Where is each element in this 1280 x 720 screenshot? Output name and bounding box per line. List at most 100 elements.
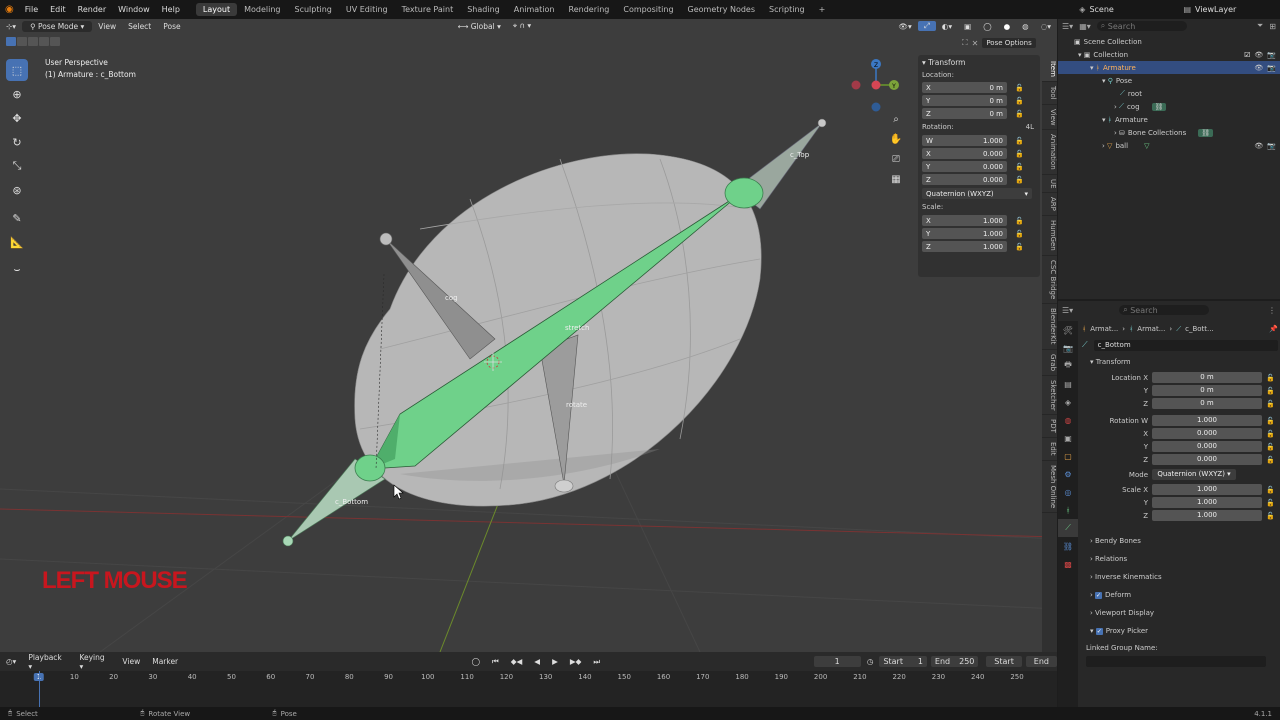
outliner-row-armature-data[interactable]: ▾ ᚼ Armature [1058,113,1280,126]
expand-icon[interactable]: › [1114,103,1117,111]
section-bendy-bones[interactable]: › Bendy Bones [1082,532,1278,550]
lock-icon[interactable]: 🔓 [1266,417,1275,425]
section-relations[interactable]: › Relations [1082,550,1278,568]
add-workspace-button[interactable]: + [812,3,833,16]
eye-icon[interactable]: 👁 [1254,142,1263,150]
lock-icon[interactable]: 🔓 [1266,400,1275,408]
ortho-toggle-icon[interactable]: ▦ [888,174,904,194]
outliner-editor-type-icon[interactable]: ☰▾ [1062,22,1073,31]
rotation-lock-4l[interactable]: 4L [1026,123,1034,131]
outliner-row-cog[interactable]: › ⟋ cog ⛓ [1058,100,1280,113]
armature-data-properties-icon[interactable]: ᚼ [1058,501,1078,519]
tab-animation[interactable]: Animation [507,3,562,16]
bone-name-field[interactable]: c_Bottom [1093,339,1278,351]
menu-edit[interactable]: Edit [44,5,72,14]
section-inverse-kinematics[interactable]: › Inverse Kinematics [1082,568,1278,586]
scene-properties-icon[interactable]: ◈ [1058,393,1078,411]
tab-compositing[interactable]: Compositing [616,3,680,16]
menu-help[interactable]: Help [156,5,186,14]
outliner-row-root[interactable]: ⟋ root [1058,87,1280,100]
sidebar-tab-sketcher[interactable]: Sketcher [1042,376,1057,416]
location-y-input[interactable]: 0 m [1152,385,1262,396]
tab-texture-paint[interactable]: Texture Paint [395,3,461,16]
sidebar-tab-item[interactable]: Item [1042,57,1057,82]
camera-icon[interactable]: 📷 [1267,64,1276,72]
pin-icon[interactable]: 📌 [1269,325,1278,333]
view-layer-properties-icon[interactable]: ▤ [1058,375,1078,393]
location-x-input[interactable]: 0 m [1152,372,1262,383]
rotation-z-input[interactable]: 0.000 [1152,454,1262,465]
world-properties-icon[interactable]: ◍ [1058,411,1078,429]
location-z-field[interactable]: Z 0 m [922,108,1007,119]
options-icon[interactable]: ⋮ [1268,306,1276,315]
menu-file[interactable]: File [19,5,44,14]
object-properties-icon[interactable]: ▢ [1058,447,1078,465]
play-icon[interactable]: ▶ [546,657,564,666]
lock-icon[interactable]: 🔓 [1266,430,1275,438]
scale-z-field[interactable]: Z 1.000 [922,241,1007,252]
expand-icon[interactable]: ▾ [1102,116,1106,124]
outliner-row-ball[interactable]: › ▽ ball ▽ 👁 📷 [1058,139,1280,152]
play-reverse-icon[interactable]: ◀ [528,657,546,666]
tool-settings-icon[interactable]: 🛠 [1058,321,1078,339]
lock-icon[interactable]: 🔓 [1015,110,1024,118]
sidebar-tab-ue[interactable]: UE [1042,175,1057,194]
expand-icon[interactable]: ▾ [1078,51,1082,59]
jump-start-icon[interactable]: ⏮ [486,657,505,667]
rotation-y-field[interactable]: Y 0.000 [922,161,1007,172]
outliner-row-scene-collection[interactable]: ▣ Scene Collection [1058,35,1280,48]
lock-icon[interactable]: 🔓 [1015,137,1024,145]
filter-icon[interactable]: ⏷ [1257,21,1263,31]
camera-icon[interactable]: 📷 [1267,51,1276,59]
menu-playback[interactable]: Playback ▾ [22,653,73,671]
sidebar-tab-humgen[interactable]: HumGen [1042,216,1057,256]
section-deform[interactable]: › ✓ Deform [1082,586,1278,604]
tab-rendering[interactable]: Rendering [562,3,617,16]
location-x-field[interactable]: X 0 m [922,82,1007,93]
start-button[interactable]: Start [986,656,1022,667]
tab-modeling[interactable]: Modeling [237,3,287,16]
scale-x-input[interactable]: 1.000 [1152,484,1262,495]
outliner-row-pose[interactable]: ▾ ⚲ Pose [1058,74,1280,87]
lock-icon[interactable]: 🔓 [1015,163,1024,171]
outliner-row-collection[interactable]: ▾ ▣ Collection ☑ 👁 📷 [1058,48,1280,61]
sidebar-tab-pdt[interactable]: PDT [1042,415,1057,439]
location-y-field[interactable]: Y 0 m [922,95,1007,106]
section-proxy-picker[interactable]: ▾ ✓ Proxy Picker [1082,622,1278,640]
rotation-x-input[interactable]: 0.000 [1152,428,1262,439]
gizmo-x-axis[interactable] [851,80,861,90]
texture-properties-icon[interactable]: ▩ [1058,555,1078,573]
sidebar-tab-edit[interactable]: Edit [1042,438,1057,461]
linked-group-input[interactable] [1086,656,1266,667]
sidebar-tab-csc-bridge[interactable]: CSC Bridge [1042,256,1057,305]
bone-head-top[interactable] [724,177,764,209]
scale-y-input[interactable]: 1.000 [1152,497,1262,508]
snap-settings-icon[interactable]: ⛶ [962,38,968,48]
lock-icon[interactable]: 🔓 [1266,387,1275,395]
scene-selector[interactable]: Scene [1089,5,1179,14]
deform-checkbox[interactable]: ✓ [1095,591,1103,599]
tab-shading[interactable]: Shading [460,3,507,16]
camera-icon[interactable]: 📷 [1267,142,1276,150]
properties-search[interactable]: ⌕ Search [1119,305,1210,315]
collection-properties-icon[interactable]: ▣ [1058,429,1078,447]
render-properties-icon[interactable]: 📷 [1058,339,1078,357]
tab-geometry-nodes[interactable]: Geometry Nodes [681,3,762,16]
menu-marker[interactable]: Marker [146,657,184,666]
timeline-ruler[interactable]: 1102030405060708090100110120130140150160… [0,671,1057,685]
rotation-x-field[interactable]: X 0.000 [922,148,1007,159]
current-frame-field[interactable]: 1 [813,656,861,667]
sidebar-tab-animation[interactable]: Animation [1042,130,1057,175]
rotation-mode-dropdown[interactable]: Quaternion (WXYZ) ▾ [922,188,1032,199]
scale-z-input[interactable]: 1.000 [1152,510,1262,521]
lock-icon[interactable]: 🔓 [1266,499,1275,507]
rotation-mode-dropdown[interactable]: Quaternion (WXYZ) ▾ [1152,469,1236,480]
jump-keyframe-forward-icon[interactable]: ▶◆ [564,657,588,666]
gizmo-neg-z-axis[interactable] [871,102,881,112]
bone-c-bottom[interactable] [282,454,386,547]
rotation-z-field[interactable]: Z 0.000 [922,174,1007,185]
rotation-w-input[interactable]: 1.000 [1152,415,1262,426]
bone-properties-icon[interactable]: ⟋ [1058,519,1078,537]
lock-icon[interactable]: 🔓 [1015,217,1024,225]
sidebar-tab-tool[interactable]: Tool [1042,82,1057,105]
